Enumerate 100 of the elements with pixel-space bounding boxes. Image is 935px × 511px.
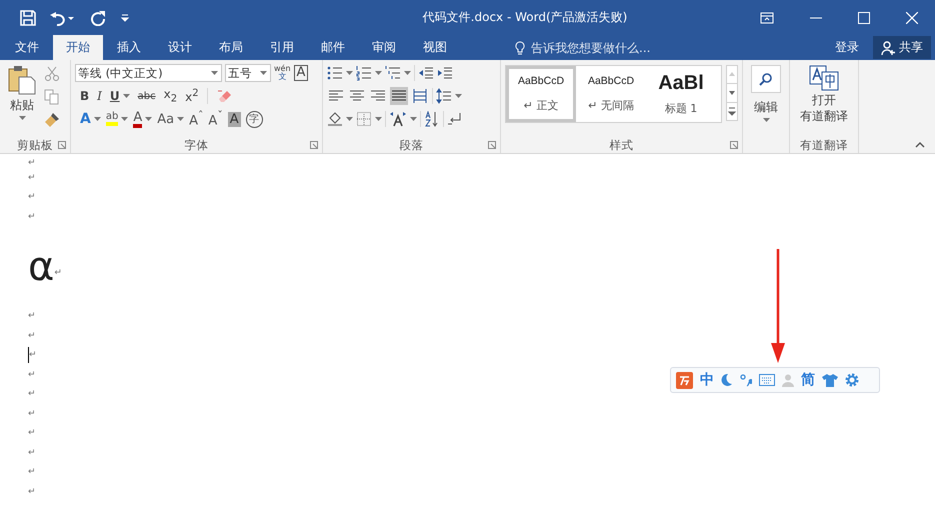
format-button[interactable]: abc [138, 90, 156, 102]
sign-in-link[interactable]: 登录 [827, 35, 867, 60]
share-button[interactable]: 共享 [873, 36, 931, 59]
script-mode-toggle[interactable]: 简 [801, 371, 815, 389]
moon-icon[interactable] [721, 373, 733, 387]
multilevel-list-icon[interactable] [385, 65, 401, 81]
dialog-launcher-icon[interactable] [488, 141, 496, 149]
group-label: 有道翻译 [800, 138, 848, 152]
ribbon-tab[interactable]: 邮件 [308, 35, 358, 60]
style-item[interactable]: AaBbCcD ↵ 正文 [506, 66, 576, 122]
gallery-scroll-buttons[interactable] [726, 65, 738, 121]
ribbon-tab[interactable]: 引用 [257, 35, 307, 60]
bullets-icon[interactable] [327, 65, 343, 81]
undo-icon[interactable] [50, 10, 76, 26]
brush-icon[interactable] [44, 112, 60, 128]
font-effect-button[interactable]: A$^{ˆ}$ [189, 109, 204, 129]
font-effect-button[interactable]: A [228, 112, 241, 126]
customize-caret-icon[interactable] [120, 12, 130, 22]
font-size-dropdown[interactable]: 五号 [225, 64, 271, 82]
ribbon-tab[interactable]: 文件 [2, 35, 52, 60]
font-effect-button[interactable]: ab [106, 112, 128, 126]
caret-icon[interactable] [121, 117, 128, 121]
phonetic-guide-button[interactable]: wén 文 [274, 65, 291, 81]
dialog-launcher-icon[interactable] [58, 141, 66, 149]
font-effect-button[interactable]: A$^{ˇ}$ [208, 109, 223, 129]
font-effect-button[interactable]: A [80, 111, 101, 127]
minimize-icon[interactable] [810, 16, 822, 18]
ribbon-tab[interactable]: 设计 [155, 35, 205, 60]
keyboard-icon[interactable] [759, 374, 775, 386]
eraser-icon[interactable] [216, 88, 232, 104]
ribbon-tab[interactable]: 审阅 [359, 35, 409, 60]
tell-me-field[interactable]: 告诉我您想要做什么... [531, 40, 701, 54]
ribbon-tab[interactable]: 插入 [104, 35, 154, 60]
ribbon-tab[interactable]: 布局 [206, 35, 256, 60]
paragraph-mark: ↵ [28, 192, 36, 202]
ribbon-tab[interactable]: 视图 [410, 35, 460, 60]
window-title: 代码文件.docx - Word(产品激活失败) [422, 9, 628, 26]
style-item[interactable]: AaBl 标题 1 [646, 66, 716, 122]
font-name-dropdown[interactable]: 等线 (中文正文) [75, 64, 222, 82]
paragraph-mark: ↵ [28, 330, 36, 341]
align-button[interactable] [411, 87, 429, 105]
dialog-launcher-icon[interactable] [730, 141, 738, 149]
caret-icon[interactable] [410, 117, 417, 121]
caret-icon[interactable] [762, 118, 770, 122]
increase-indent-icon[interactable] [437, 65, 453, 81]
decrease-indent-icon[interactable] [418, 65, 434, 81]
format-button[interactable]: B [80, 89, 90, 103]
shirt-icon[interactable] [822, 373, 838, 387]
line-spacing-icon[interactable] [436, 88, 452, 104]
caret-icon[interactable] [94, 117, 101, 121]
caret-icon[interactable] [177, 117, 184, 121]
paste-button[interactable]: 粘贴 [4, 63, 40, 137]
ribbon-tab[interactable]: 开始 [53, 35, 103, 60]
close-icon[interactable] [906, 12, 918, 24]
caret-icon[interactable] [346, 117, 353, 121]
format-button[interactable]: x$_{2}$ [164, 87, 178, 105]
caret-icon[interactable] [375, 71, 382, 75]
character-border-button[interactable]: A [294, 65, 308, 81]
logo-icon[interactable] [676, 372, 693, 388]
borders-icon[interactable] [356, 111, 372, 127]
save-icon[interactable] [20, 10, 36, 26]
ribbon-display-icon[interactable] [760, 12, 774, 24]
format-button[interactable]: I [97, 89, 102, 103]
settings-icon[interactable] [845, 373, 859, 387]
search-icon [759, 72, 773, 86]
text-arrows-icon[interactable] [389, 111, 407, 127]
editing-button[interactable]: 编辑 [747, 63, 785, 124]
dialog-launcher-icon[interactable] [310, 141, 318, 149]
open-translator-button[interactable]: 打开 有道翻译 [794, 63, 854, 125]
caret-icon[interactable] [260, 71, 267, 75]
style-item[interactable]: AaBbCcD ↵ 无间隔 [576, 66, 646, 122]
numbering-icon[interactable] [356, 65, 372, 81]
paint-bucket-icon[interactable] [327, 111, 343, 127]
align-button[interactable] [390, 87, 408, 105]
font-effect-button[interactable]: 字 [246, 110, 263, 128]
caret-icon[interactable] [122, 94, 130, 98]
sort-icon[interactable] [424, 111, 440, 127]
caret-icon[interactable] [375, 117, 382, 121]
font-effect-button[interactable]: A [133, 110, 152, 128]
paragraph-mark: ↵ [28, 172, 36, 183]
punctuation-icon[interactable] [740, 373, 752, 387]
maximize-icon[interactable] [858, 12, 870, 24]
redo-icon[interactable] [90, 10, 106, 26]
caret-icon[interactable] [211, 71, 218, 75]
format-button[interactable]: U [110, 89, 130, 103]
paragraph-mark: ↵ [28, 370, 36, 380]
caret-icon[interactable] [455, 94, 462, 98]
caret-icon[interactable] [346, 71, 353, 75]
paragraph-mark-icon[interactable] [447, 111, 463, 127]
collapse-ribbon-icon[interactable] [915, 142, 925, 148]
format-button[interactable]: x$^{2}$ [185, 88, 199, 104]
scissors-icon[interactable] [44, 66, 60, 82]
paragraph-mark: ↵ [28, 158, 36, 168]
copy-icon[interactable] [44, 89, 60, 105]
caret-icon[interactable] [145, 117, 152, 121]
caret-icon[interactable] [18, 116, 26, 120]
group-label: 样式 [610, 138, 634, 152]
input-mode-toggle[interactable]: 中 [700, 371, 714, 389]
font-effect-button[interactable]: Aa [157, 112, 184, 126]
caret-icon[interactable] [404, 71, 411, 75]
